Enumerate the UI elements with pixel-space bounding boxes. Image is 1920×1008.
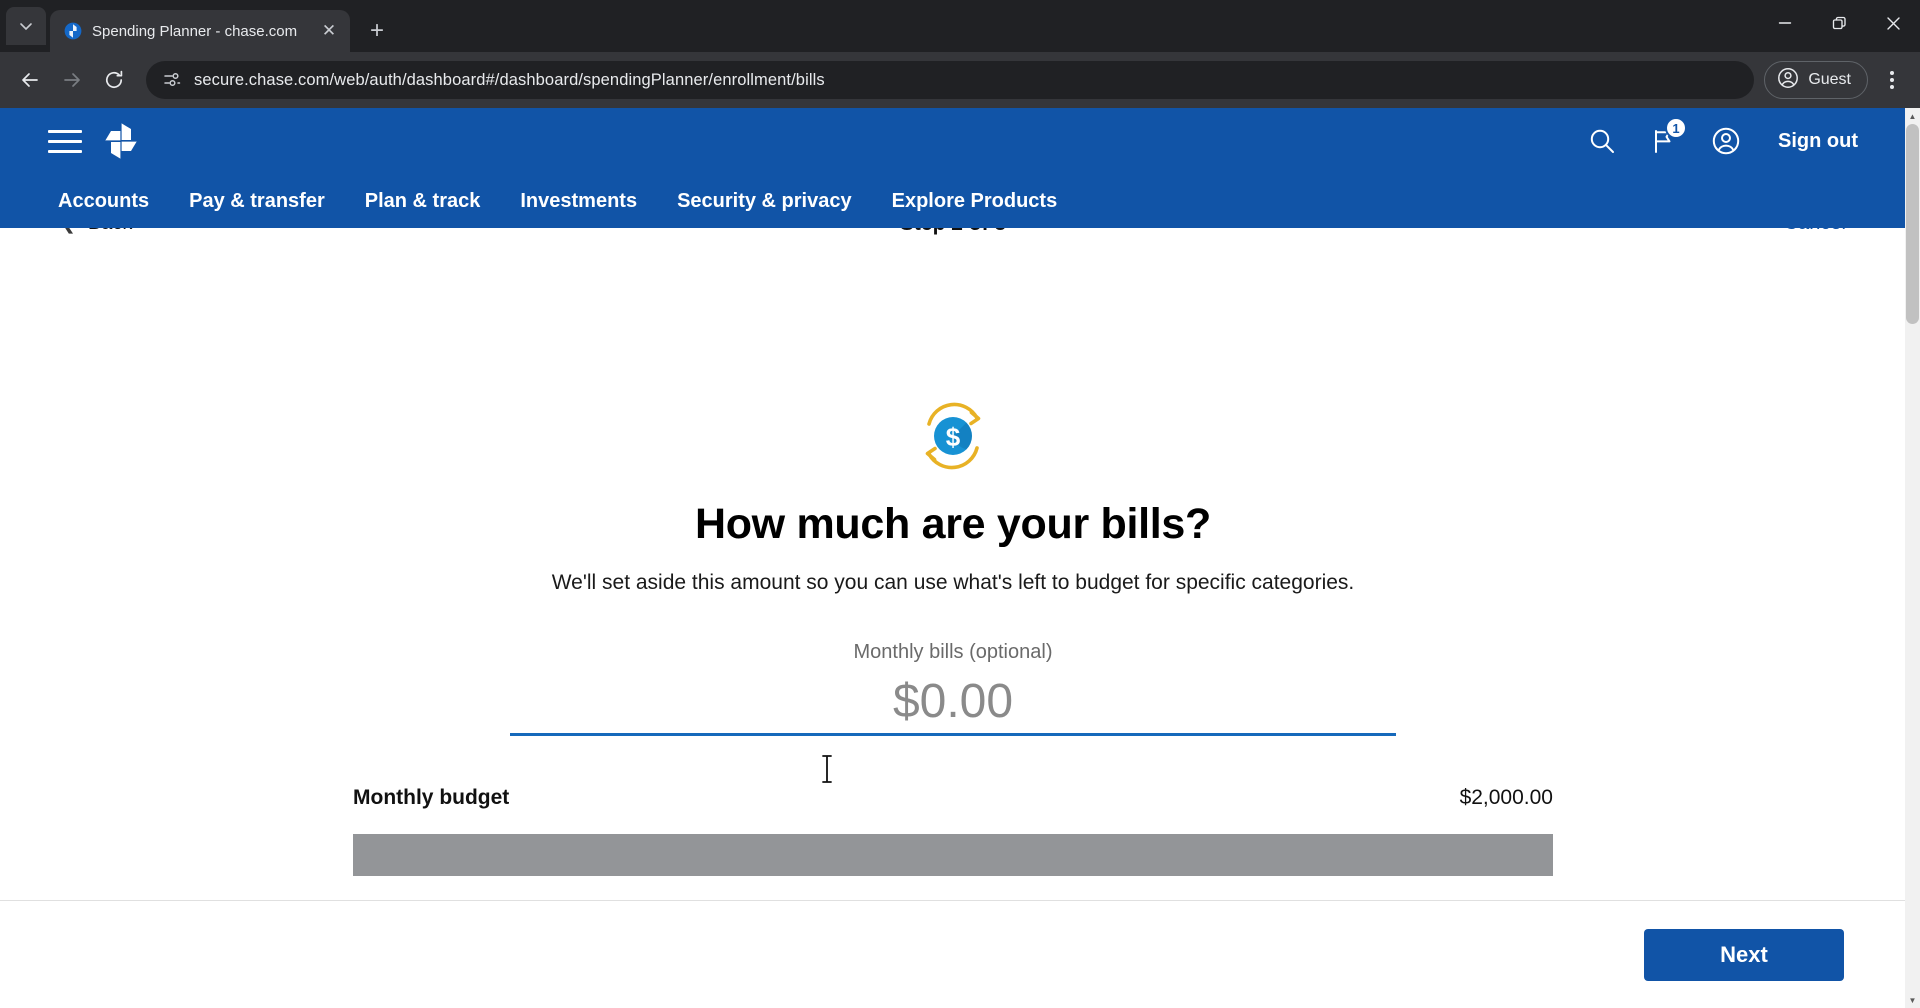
site-header-top: 1 Sign out	[0, 108, 1906, 174]
reload-icon	[105, 70, 123, 89]
scroll-down-arrow[interactable]: ▼	[1905, 992, 1920, 1008]
kebab-dot	[1890, 78, 1894, 82]
hamburger-line	[48, 149, 82, 153]
minimize-icon	[1778, 22, 1792, 24]
notifications-button[interactable]: 1	[1642, 117, 1688, 163]
account-button[interactable]	[1704, 119, 1748, 163]
search-icon	[1590, 129, 1615, 153]
address-bar-url: secure.chase.com/web/auth/dashboard#/das…	[194, 70, 825, 89]
maximize-button[interactable]	[1812, 0, 1866, 46]
page-viewport: ❮ Back Step 2 of 3 Cancel	[0, 108, 1920, 1008]
monthly-bills-field-group: Monthly bills (optional)	[510, 641, 1396, 736]
page-footer: Next	[0, 900, 1906, 1008]
chevron-down-icon	[20, 23, 32, 31]
arrow-left-icon	[22, 73, 38, 87]
kebab-dot	[1890, 85, 1894, 89]
close-window-button[interactable]	[1866, 0, 1920, 46]
tab-search-button[interactable]	[6, 7, 46, 45]
minimize-button[interactable]	[1758, 0, 1812, 46]
browser-window: Spending Planner - chase.com ✕ + secure.…	[0, 0, 1920, 1008]
monthly-bills-input[interactable]	[510, 670, 1396, 736]
chase-logo[interactable]	[104, 122, 138, 160]
nav-item-explore-products[interactable]: Explore Products	[872, 190, 1078, 213]
search-button[interactable]	[1580, 119, 1624, 163]
monthly-bills-label: Monthly bills (optional)	[853, 641, 1053, 663]
address-bar[interactable]: secure.chase.com/web/auth/dashboard#/das…	[146, 61, 1755, 99]
new-tab-button[interactable]: +	[360, 14, 394, 48]
forward-button[interactable]	[52, 60, 92, 100]
budget-progress-bar	[353, 834, 1553, 876]
kebab-dot	[1890, 71, 1894, 75]
scrollbar-thumb[interactable]	[1906, 124, 1919, 324]
chase-spending-planner-page: ❮ Back Step 2 of 3 Cancel	[0, 108, 1906, 1008]
sign-out-link[interactable]: Sign out	[1778, 130, 1858, 153]
tab-close-icon[interactable]: ✕	[318, 20, 340, 42]
next-button[interactable]: Next	[1644, 929, 1844, 981]
nav-item-plan-track[interactable]: Plan & track	[345, 190, 501, 213]
hamburger-menu-icon[interactable]	[48, 129, 82, 153]
nav-item-security-privacy[interactable]: Security & privacy	[657, 190, 872, 213]
nav-item-accounts[interactable]: Accounts	[38, 190, 169, 213]
hamburger-line	[48, 129, 82, 133]
browser-tab-strip: Spending Planner - chase.com ✕ +	[0, 0, 1920, 52]
site-settings-icon[interactable]	[162, 70, 182, 90]
browser-toolbar: secure.chase.com/web/auth/dashboard#/das…	[0, 52, 1920, 108]
restore-window-icon	[1832, 16, 1846, 29]
tab-title: Spending Planner - chase.com	[92, 22, 298, 40]
page-subtitle: We'll set aside this amount so you can u…	[551, 571, 1355, 594]
primary-navigation: Accounts Pay & transfer Plan & track Inv…	[0, 174, 1906, 228]
chase-favicon	[64, 22, 82, 40]
notification-badge: 1	[1665, 117, 1688, 139]
page-title: How much are your bills?	[694, 500, 1212, 548]
hamburger-line	[48, 139, 82, 143]
reload-button[interactable]	[94, 60, 134, 100]
page-scrollbar[interactable]: ▲ ▼	[1905, 108, 1920, 1008]
site-header: 1 Sign out Accounts Pay & transfer Plan …	[0, 108, 1906, 228]
window-controls	[1758, 0, 1920, 46]
scroll-up-arrow[interactable]: ▲	[1905, 108, 1920, 124]
profile-button[interactable]: Guest	[1764, 61, 1868, 99]
monthly-budget-value: $2,000.00	[1459, 786, 1553, 809]
profile-label: Guest	[1808, 71, 1851, 88]
account-circle-icon	[1777, 67, 1799, 94]
nav-item-pay-transfer[interactable]: Pay & transfer	[169, 190, 345, 213]
monthly-budget-label: Monthly budget	[353, 786, 510, 809]
browser-menu-button[interactable]	[1874, 60, 1910, 100]
back-button[interactable]	[10, 60, 50, 100]
main-content: $ How much are your bills? We'll set asi…	[0, 258, 1906, 876]
account-profile-icon	[1712, 127, 1740, 155]
svg-text:$: $	[946, 422, 961, 452]
arrow-right-icon	[64, 73, 80, 87]
close-icon	[1886, 16, 1900, 30]
browser-tab[interactable]: Spending Planner - chase.com ✕	[50, 10, 350, 52]
monthly-budget-row: Monthly budget $2,000.00	[353, 786, 1553, 810]
money-cycle-icon: $	[907, 398, 999, 474]
nav-item-investments[interactable]: Investments	[500, 190, 657, 213]
